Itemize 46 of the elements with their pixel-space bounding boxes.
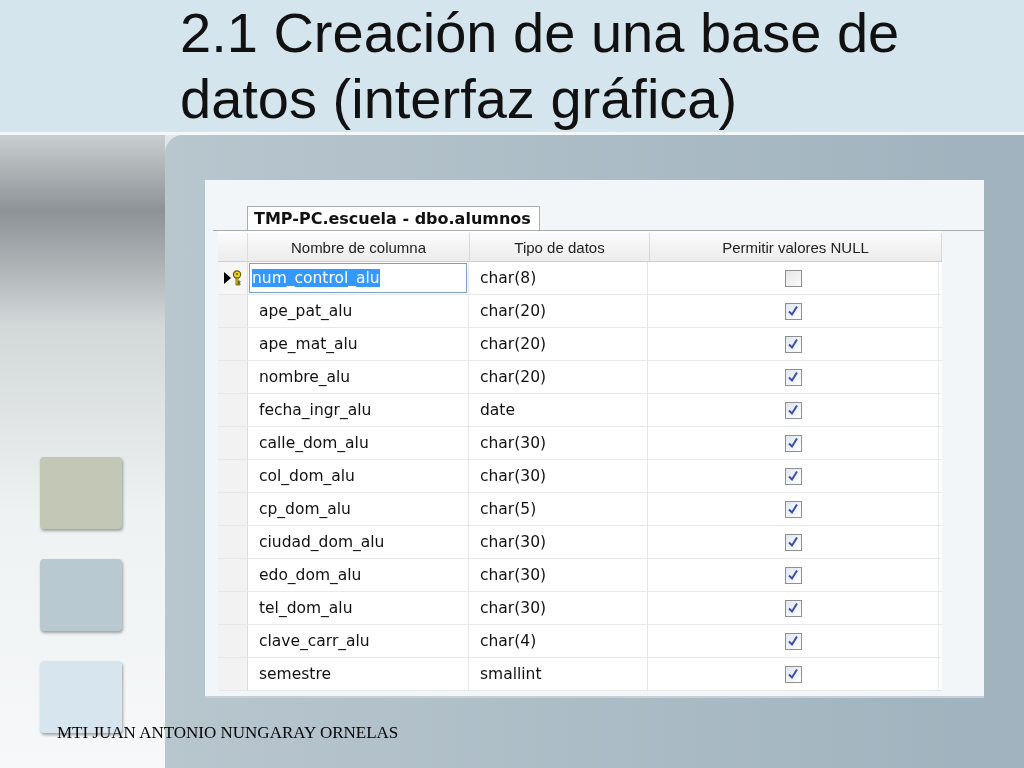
table-cell[interactable]: edo_dom_alu bbox=[248, 559, 469, 591]
table-cell[interactable]: char(4) bbox=[469, 625, 648, 657]
table-cell[interactable]: char(30) bbox=[469, 559, 648, 591]
table-cell[interactable]: char(8) bbox=[469, 262, 648, 294]
slide-title: 2.1 Creación de una base de datos (interfaz gráfica) bbox=[180, 0, 901, 132]
table-cell[interactable]: clave_carr_alu bbox=[248, 625, 469, 657]
slide-footer: MTI JUAN ANTONIO NUNGARAY ORNELAS bbox=[57, 723, 399, 743]
column-header[interactable]: Tipo de datos bbox=[470, 233, 650, 261]
checkbox[interactable] bbox=[784, 665, 802, 683]
table-cell[interactable]: cp_dom_alu bbox=[248, 493, 469, 525]
checkbox[interactable] bbox=[784, 632, 802, 650]
column-header[interactable]: Nombre de columna bbox=[248, 233, 470, 261]
checkbox[interactable] bbox=[784, 368, 802, 386]
document-tab[interactable]: TMP-PC.escuela - dbo.alumnos bbox=[247, 206, 540, 230]
checkbox[interactable] bbox=[784, 335, 802, 353]
table-cell[interactable]: smallint bbox=[469, 658, 648, 690]
table-cell[interactable]: ciudad_dom_alu bbox=[248, 526, 469, 558]
table-cell[interactable]: date bbox=[469, 394, 648, 426]
table-cell[interactable]: char(20) bbox=[469, 328, 648, 360]
key-icon bbox=[231, 270, 242, 286]
table-cell[interactable]: char(30) bbox=[469, 460, 648, 492]
column-header[interactable]: Permitir valores NULL bbox=[650, 233, 942, 261]
checkbox[interactable] bbox=[784, 500, 802, 518]
checkbox[interactable] bbox=[784, 533, 802, 551]
table-cell[interactable]: char(30) bbox=[469, 592, 648, 624]
checkbox[interactable] bbox=[784, 467, 802, 485]
checkbox[interactable] bbox=[784, 434, 802, 452]
table-cell[interactable]: char(20) bbox=[469, 361, 648, 393]
checkbox[interactable] bbox=[784, 269, 802, 287]
table-cell[interactable]: calle_dom_alu bbox=[248, 427, 469, 459]
table-cell[interactable]: col_dom_alu bbox=[248, 460, 469, 492]
table-cell[interactable]: tel_dom_alu bbox=[248, 592, 469, 624]
checkbox[interactable] bbox=[784, 599, 802, 617]
table-cell[interactable]: fecha_ingr_alu bbox=[248, 394, 469, 426]
table-cell[interactable]: char(5) bbox=[469, 493, 648, 525]
table-cell[interactable]: semestre bbox=[248, 658, 469, 690]
checkbox[interactable] bbox=[784, 302, 802, 320]
table-cell[interactable]: char(30) bbox=[469, 526, 648, 558]
table-cell[interactable]: char(20) bbox=[469, 295, 648, 327]
table-cell[interactable]: nombre_alu bbox=[248, 361, 469, 393]
checkbox[interactable] bbox=[784, 566, 802, 584]
table-cell[interactable]: ape_mat_alu bbox=[248, 328, 469, 360]
table-cell[interactable]: ape_pat_alu bbox=[248, 295, 469, 327]
row-header[interactable] bbox=[218, 262, 248, 294]
checkbox[interactable] bbox=[784, 401, 802, 419]
table-cell[interactable]: char(30) bbox=[469, 427, 648, 459]
